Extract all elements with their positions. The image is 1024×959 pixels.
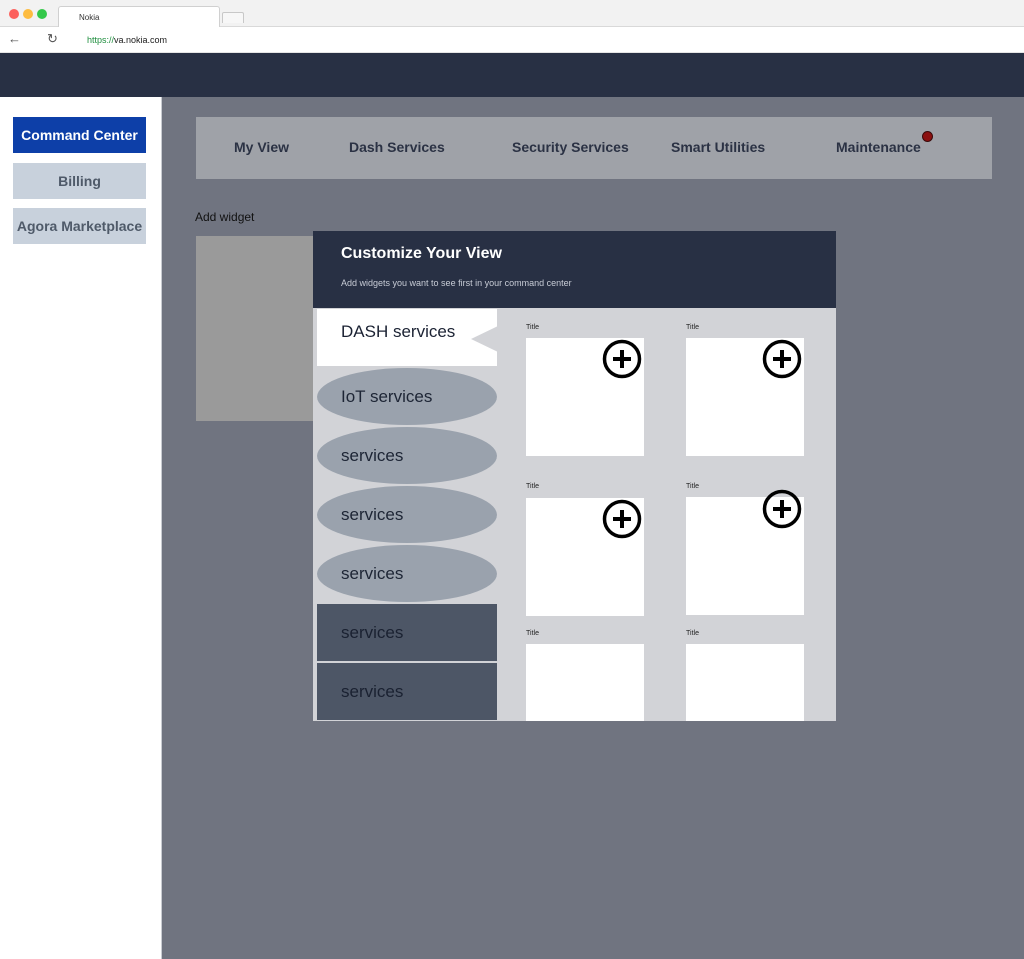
app-header xyxy=(0,53,1024,97)
widget-title: Title xyxy=(526,324,539,331)
maximize-window-icon[interactable] xyxy=(37,9,47,19)
category-services[interactable]: services xyxy=(317,604,497,662)
widget-placeholder xyxy=(196,236,316,421)
address-bar: ← ↻ https://va.nokia.com xyxy=(0,27,1024,53)
tab-dash-services[interactable]: Dash Services xyxy=(349,139,445,155)
category-dash-services[interactable]: DASH services xyxy=(317,309,497,367)
tab-maintenance[interactable]: Maintenance xyxy=(836,139,921,155)
tab-smart-utilities[interactable]: Smart Utilities xyxy=(671,139,765,155)
widget-title: Title xyxy=(526,630,539,637)
notification-badge xyxy=(922,131,933,142)
sidebar-item-command-center[interactable]: Command Center xyxy=(13,117,146,153)
category-services[interactable]: services xyxy=(317,663,497,721)
category-list: DASH services IoT services services serv… xyxy=(317,309,497,721)
url-scheme: https:// xyxy=(87,35,115,45)
modal-title: Customize Your View xyxy=(341,245,502,262)
add-widget-icon[interactable] xyxy=(602,339,642,379)
add-widget-icon[interactable] xyxy=(762,339,802,379)
back-arrow-icon[interactable]: ← xyxy=(8,31,21,47)
category-services[interactable]: services xyxy=(317,427,497,485)
browser-tab[interactable]: Nokia xyxy=(58,6,220,28)
widget-card[interactable] xyxy=(686,489,804,615)
widget-card[interactable] xyxy=(686,644,804,721)
widget-card[interactable] xyxy=(526,338,644,456)
reload-icon[interactable]: ↻ xyxy=(47,31,58,47)
sidebar-item-billing[interactable]: Billing xyxy=(13,163,146,199)
add-widget-icon[interactable] xyxy=(602,499,642,539)
url-field[interactable]: https://va.nokia.com xyxy=(87,35,167,45)
customize-view-modal: Customize Your View Add widgets you want… xyxy=(313,231,836,721)
modal-subtitle: Add widgets you want to see first in you… xyxy=(341,278,572,288)
add-widget-link[interactable]: Add widget xyxy=(195,210,254,224)
category-services[interactable]: services xyxy=(317,545,497,603)
widget-title: Title xyxy=(686,630,699,637)
widget-title: Title xyxy=(526,483,539,490)
widget-title: Title xyxy=(686,483,699,490)
new-tab-button[interactable] xyxy=(222,12,244,23)
widget-card[interactable] xyxy=(526,498,644,616)
category-iot-services[interactable]: IoT services xyxy=(317,368,497,426)
modal-header: Customize Your View Add widgets you want… xyxy=(313,231,836,308)
tab-my-view[interactable]: My View xyxy=(234,139,289,155)
browser-titlebar: Nokia xyxy=(0,0,1024,28)
selection-pointer xyxy=(471,326,498,352)
close-window-icon[interactable] xyxy=(9,9,19,19)
widget-card[interactable] xyxy=(686,338,804,456)
category-services[interactable]: services xyxy=(317,486,497,544)
tab-security-services[interactable]: Security Services xyxy=(512,139,629,155)
widget-card[interactable] xyxy=(526,644,644,721)
add-widget-icon[interactable] xyxy=(762,489,802,529)
browser-tab-title: Nokia xyxy=(79,13,100,22)
minimize-window-icon[interactable] xyxy=(23,9,33,19)
url-host: va.nokia.com xyxy=(114,35,168,45)
sidebar-item-agora-marketplace[interactable]: Agora Marketplace xyxy=(13,208,146,244)
widget-title: Title xyxy=(686,324,699,331)
